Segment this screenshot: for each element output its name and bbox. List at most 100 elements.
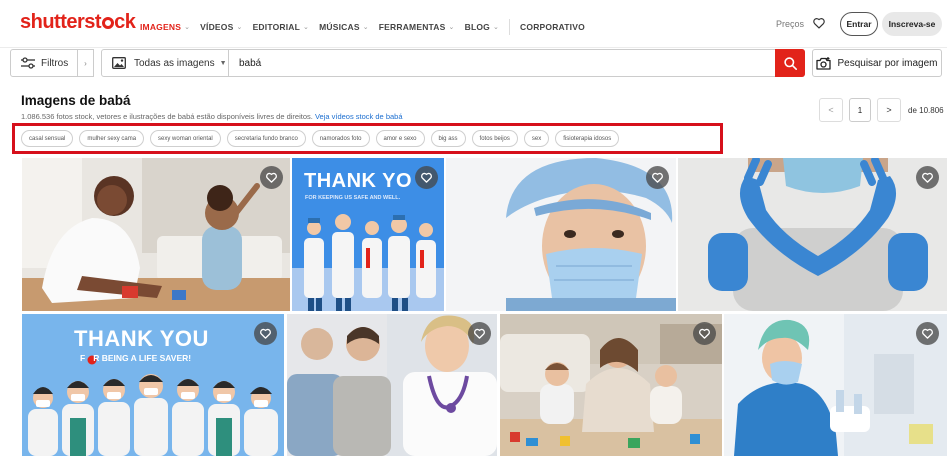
nav-label: FERRAMENTAS bbox=[378, 22, 446, 32]
search-icon bbox=[783, 56, 797, 70]
search-row: Filtros › Todas as imagens ▼ Pesquisar p… bbox=[0, 48, 947, 80]
image-type-label: Todas as imagens bbox=[134, 57, 215, 69]
heart-icon bbox=[922, 328, 933, 339]
main-menu: IMAGENS ⌄ VÍDEOS ⌄ EDITORIAL ⌄ MÚSICAS ⌄ FER… bbox=[140, 19, 595, 35]
chevron-down-icon: ⌄ bbox=[236, 24, 243, 31]
image-result[interactable]: THANK YOU F R BEING A LIFE SAVER! bbox=[22, 314, 284, 456]
nav-label: BLOG bbox=[464, 22, 490, 32]
chevron-left-icon: < bbox=[828, 105, 834, 115]
heart-icon bbox=[922, 172, 933, 183]
favorite-button[interactable] bbox=[693, 322, 716, 345]
tile-heading: THANK YO bbox=[304, 170, 413, 192]
nav-divider bbox=[509, 19, 511, 35]
search-by-image-label: Pesquisar por imagem bbox=[837, 57, 938, 69]
heart-icon bbox=[652, 172, 663, 183]
pagination: < > de 10.806 bbox=[819, 98, 944, 122]
related-tag[interactable]: sexy woman oriental bbox=[150, 130, 221, 147]
related-tag[interactable]: big ass bbox=[430, 130, 466, 147]
search-input[interactable] bbox=[229, 50, 804, 76]
favorite-button[interactable] bbox=[468, 322, 491, 345]
photo-nurse-mask bbox=[446, 158, 676, 311]
favorite-button[interactable] bbox=[415, 166, 438, 189]
tile-subheading-end: R BEING A LIFE SAVER! bbox=[93, 353, 192, 363]
page-title: Imagens de babá bbox=[21, 93, 131, 108]
heart-icon[interactable] bbox=[812, 16, 826, 30]
image-result[interactable] bbox=[678, 158, 947, 311]
results-summary: 1.086.536 fotos stock, vetores e ilustra… bbox=[21, 112, 403, 121]
related-searches: casal sensual mulher sexy cama sexy woma… bbox=[12, 123, 723, 154]
search-button[interactable] bbox=[775, 49, 805, 77]
related-tag[interactable]: fisioterapia idosos bbox=[555, 130, 620, 147]
chevron-down-icon: ⌄ bbox=[448, 24, 455, 31]
search-box: Todas as imagens ▼ bbox=[101, 49, 805, 77]
top-nav: shutterst ck IMAGENS ⌄ VÍDEOS ⌄ EDITORIAL ⌄ … bbox=[0, 0, 947, 48]
image-result[interactable]: THANK YO FOR KEEPING US SAFE AND WELL. bbox=[292, 158, 444, 311]
chevron-down-icon: ⌄ bbox=[184, 24, 191, 31]
heart-icon bbox=[260, 328, 271, 339]
image-result[interactable] bbox=[446, 158, 676, 311]
favorite-button[interactable] bbox=[260, 166, 283, 189]
image-result[interactable] bbox=[500, 314, 722, 456]
pricing-link[interactable]: Preços bbox=[776, 19, 804, 29]
related-tag[interactable]: fotos beijos bbox=[471, 130, 518, 147]
favorite-button[interactable] bbox=[646, 166, 669, 189]
photo-mother-child bbox=[22, 158, 290, 311]
image-result[interactable] bbox=[724, 314, 947, 456]
heart-icon bbox=[699, 328, 710, 339]
sliders-icon bbox=[21, 57, 35, 69]
nav-item-corporativo[interactable]: CORPORATIVO bbox=[520, 22, 585, 32]
login-button[interactable]: Entrar bbox=[840, 12, 878, 36]
nav-label: VÍDEOS bbox=[200, 22, 234, 32]
favorite-button[interactable] bbox=[916, 166, 939, 189]
nav-item-ferramentas[interactable]: FERRAMENTAS ⌄ bbox=[379, 22, 455, 32]
results-count: 1.086.536 fotos stock, vetores e ilustra… bbox=[21, 112, 313, 121]
filters-label: Filtros bbox=[41, 57, 69, 69]
photo-medical-team bbox=[287, 314, 497, 456]
video-link[interactable]: Veja vídeos stock de babá bbox=[315, 112, 403, 121]
logo-text-start: shutterst bbox=[20, 11, 102, 33]
related-tag[interactable]: sex bbox=[523, 130, 550, 147]
chevron-down-icon: ⌄ bbox=[492, 24, 500, 31]
related-tag[interactable]: casal sensual bbox=[21, 130, 74, 147]
tile-heading: THANK YOU bbox=[74, 326, 209, 351]
nav-label: MÚSICAS bbox=[319, 22, 360, 32]
related-tag[interactable]: amor e sexo bbox=[375, 130, 425, 147]
nav-label: EDITORIAL bbox=[252, 22, 301, 32]
shutterstock-logo[interactable]: shutterst ck bbox=[20, 11, 136, 34]
tile-subheading: F R BEING A LIFE SAVER! bbox=[80, 353, 191, 363]
favorite-button[interactable] bbox=[254, 322, 277, 345]
nav-item-musicas[interactable]: MÚSICAS ⌄ bbox=[319, 22, 369, 32]
nav-item-blog[interactable]: BLOG ⌄ bbox=[465, 22, 499, 32]
heart-icon bbox=[266, 172, 277, 183]
favorite-button[interactable] bbox=[916, 322, 939, 345]
prev-page-button[interactable]: < bbox=[819, 98, 843, 122]
photo-nanny-children bbox=[500, 314, 722, 456]
tile-subheading-start: F bbox=[80, 353, 86, 363]
page-total: de 10.806 bbox=[908, 105, 944, 115]
logo-o-icon bbox=[101, 17, 114, 29]
image-type-select[interactable]: Todas as imagens ▼ bbox=[102, 50, 229, 76]
photo-nurse-lab bbox=[724, 314, 947, 456]
related-tag[interactable]: secretaria fundo branco bbox=[226, 130, 306, 147]
logo-text-end: ck bbox=[114, 11, 136, 33]
nav-item-editorial[interactable]: EDITORIAL ⌄ bbox=[253, 22, 310, 32]
image-result[interactable] bbox=[287, 314, 497, 456]
nav-item-videos[interactable]: VÍDEOS ⌄ bbox=[200, 22, 242, 32]
heart-icon bbox=[421, 172, 432, 183]
heart-icon bbox=[474, 328, 485, 339]
page-number-input[interactable] bbox=[849, 98, 871, 122]
nav-label: CORPORATIVO bbox=[520, 22, 585, 32]
chevron-right-icon: > bbox=[886, 105, 892, 115]
signup-button[interactable]: Inscreva-se bbox=[882, 12, 942, 36]
nav-label: IMAGENS bbox=[140, 22, 182, 32]
filters-button[interactable]: Filtros bbox=[10, 49, 78, 77]
next-page-button[interactable]: > bbox=[877, 98, 901, 122]
nav-item-imagens[interactable]: IMAGENS ⌄ bbox=[140, 22, 190, 32]
chevron-down-icon: ⌄ bbox=[303, 24, 310, 31]
image-result[interactable] bbox=[22, 158, 290, 311]
collapse-filters-button[interactable]: › bbox=[78, 49, 94, 77]
camera-icon bbox=[816, 56, 832, 70]
related-tag[interactable]: mulher sexy cama bbox=[79, 130, 145, 147]
search-by-image-button[interactable]: Pesquisar por imagem bbox=[812, 49, 942, 77]
related-tag[interactable]: namorados foto bbox=[311, 130, 370, 147]
